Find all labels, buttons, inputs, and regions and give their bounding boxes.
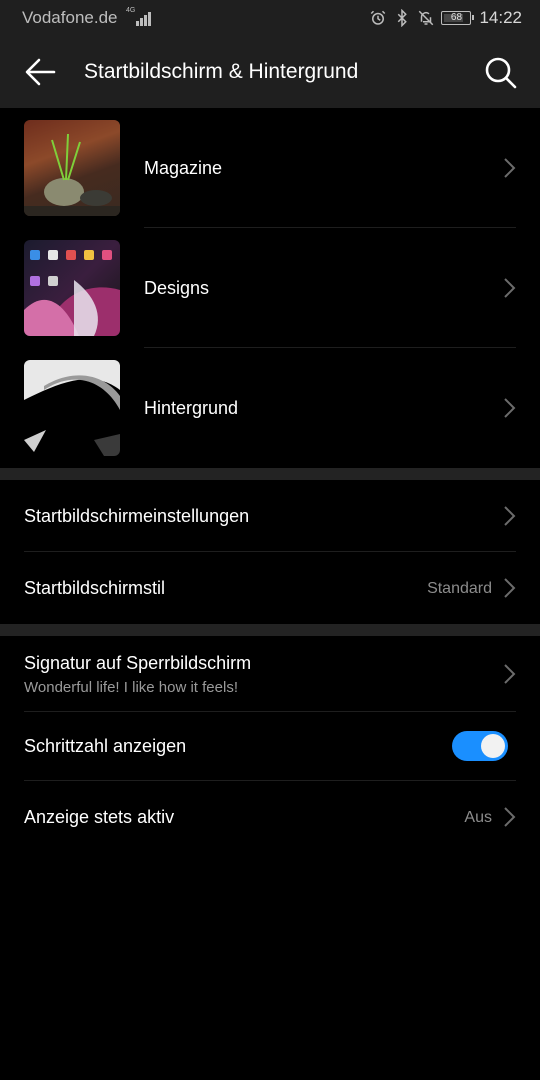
back-arrow-icon[interactable] xyxy=(22,54,58,90)
wallpaper-thumbnail xyxy=(24,360,120,456)
chevron-right-icon xyxy=(504,158,516,178)
home-settings-label: Startbildschirmeinstellungen xyxy=(24,506,250,526)
chevron-right-icon xyxy=(504,664,516,684)
list-item-magazine[interactable]: Magazine xyxy=(0,108,540,228)
chevron-right-icon xyxy=(504,398,516,418)
signal-strength-icon: 4G xyxy=(126,7,154,27)
status-bar: Vodafone.de 4G 68 14:22 xyxy=(0,0,540,36)
app-bar: Startbildschirm & Hintergrund xyxy=(0,36,540,108)
lock-signature-subtitle: Wonderful life! I like how it feels! xyxy=(24,679,238,696)
list-item-hintergrund[interactable]: Hintergrund xyxy=(0,348,540,468)
home-style-value: Standard xyxy=(427,580,492,597)
chevron-right-icon xyxy=(504,578,516,598)
page-title: Startbildschirm & Hintergrund xyxy=(84,60,359,83)
designs-label: Designs xyxy=(144,278,210,298)
step-count-toggle[interactable] xyxy=(452,731,508,761)
list-item-home-settings[interactable]: Startbildschirmeinstellungen xyxy=(0,480,540,552)
home-style-label: Startbildschirmstil xyxy=(24,578,166,598)
carrier-name: Vodafone.de xyxy=(22,8,118,27)
network-type: 4G xyxy=(126,7,136,14)
step-count-label: Schrittzahl anzeigen xyxy=(24,736,187,756)
list-item-step-count: Schrittzahl anzeigen xyxy=(0,712,540,781)
chevron-right-icon xyxy=(504,807,516,827)
notifications-off-icon xyxy=(419,10,434,26)
bluetooth-icon xyxy=(398,9,408,27)
search-icon[interactable] xyxy=(482,54,518,90)
list-item-designs[interactable]: Designs xyxy=(0,228,540,348)
always-on-label: Anzeige stets aktiv xyxy=(24,807,175,827)
hintergrund-label: Hintergrund xyxy=(144,398,239,418)
battery-icon: 68 xyxy=(441,11,475,25)
chevron-right-icon xyxy=(504,278,516,298)
list-item-always-on[interactable]: Anzeige stets aktiv Aus xyxy=(0,781,540,853)
section-separator xyxy=(0,624,540,636)
designs-thumbnail xyxy=(24,240,120,336)
battery-level: 68 xyxy=(450,12,463,23)
chevron-right-icon xyxy=(504,506,516,526)
lock-signature-label: Signatur auf Sperrbildschirm xyxy=(24,653,252,673)
list-item-lock-signature[interactable]: Signatur auf Sperrbildschirm Wonderful l… xyxy=(0,636,540,712)
clock: 14:22 xyxy=(479,8,522,27)
always-on-value: Aus xyxy=(464,809,492,826)
magazine-label: Magazine xyxy=(144,158,223,178)
section-separator xyxy=(0,468,540,480)
alarm-icon xyxy=(371,10,386,25)
magazine-thumbnail xyxy=(24,120,120,216)
list-item-home-style[interactable]: Startbildschirmstil Standard xyxy=(0,552,540,624)
